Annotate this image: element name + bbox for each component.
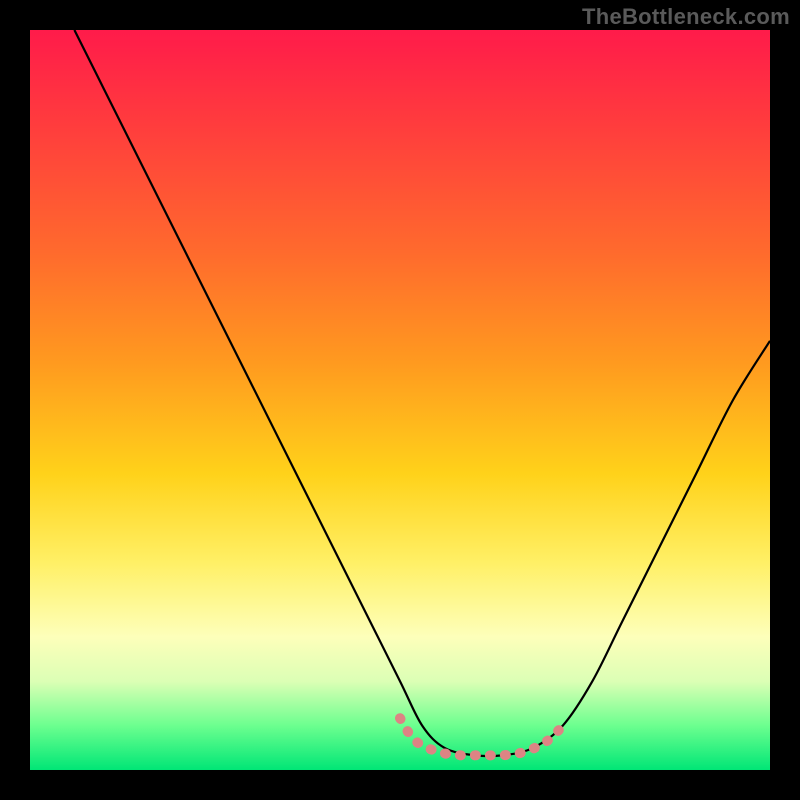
watermark-text: TheBottleneck.com: [582, 4, 790, 30]
plot-area: [30, 30, 770, 770]
chart-svg: [30, 30, 770, 770]
bottleneck-highlight: [400, 718, 563, 755]
bottleneck-curve: [74, 30, 770, 756]
chart-frame: TheBottleneck.com: [0, 0, 800, 800]
